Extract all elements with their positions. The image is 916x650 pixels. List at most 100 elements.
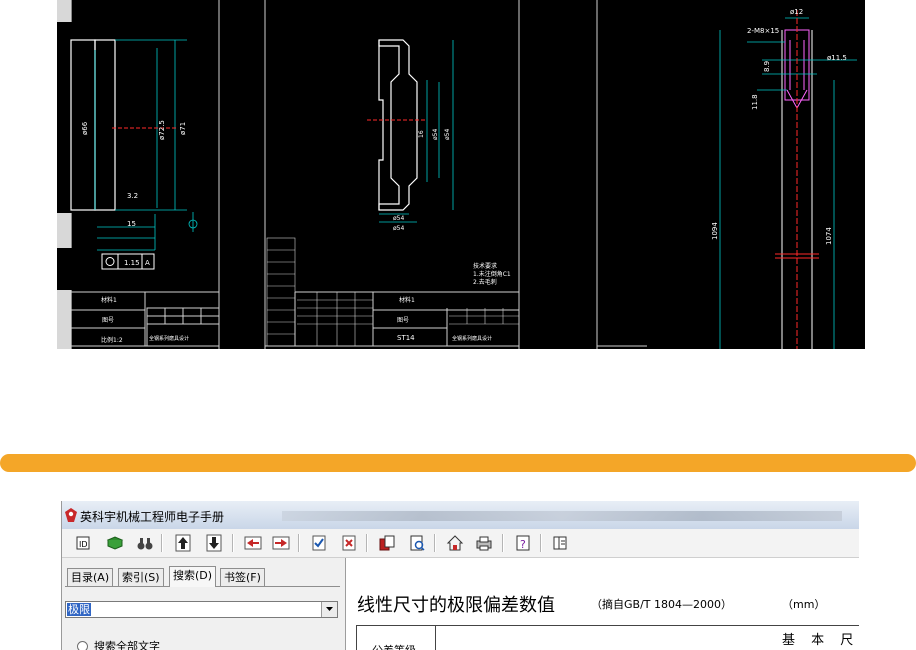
toolbar-separator: [161, 534, 163, 552]
window-title: 英科宇机械工程师电子手册: [80, 510, 225, 524]
orange-divider: [0, 454, 916, 472]
svg-text:全钢系列磨具设计: 全钢系列磨具设计: [149, 335, 189, 342]
check-button[interactable]: [308, 533, 330, 553]
find-button[interactable]: [134, 533, 156, 553]
title-bar[interactable]: 英科宇机械工程师电子手册: [62, 501, 859, 530]
search-input[interactable]: 极限: [65, 601, 338, 618]
binoculars-icon: [137, 538, 153, 550]
app-logo-icon: [65, 508, 77, 522]
toolbar-separator: [366, 534, 368, 552]
cad-frame-mid: [264, 0, 520, 349]
svg-text:2.去毛刺: 2.去毛刺: [473, 278, 497, 286]
back-button[interactable]: [242, 533, 264, 553]
search-dropdown-button[interactable]: [321, 602, 337, 617]
svg-text:A: A: [145, 259, 150, 267]
copy-button[interactable]: [376, 533, 398, 553]
cad-dimension-lines-left: [94, 39, 198, 251]
navigation-panel: 目录(A) 索引(S) 搜索(D) 书签(F) 极限 搜索全部文字: [62, 558, 346, 650]
svg-text:材料1: 材料1: [101, 296, 117, 304]
unit-label: （mm）: [782, 598, 826, 611]
title-bar-blur: [282, 511, 842, 521]
home-button[interactable]: [444, 533, 466, 553]
svg-text:3.2: 3.2: [127, 192, 138, 200]
page-title: 线性尺寸的极限偏差数值: [357, 595, 555, 616]
home-icon: [446, 535, 464, 551]
tab-bookmarks[interactable]: 书签(F): [220, 568, 265, 586]
svg-text:ø11.5: ø11.5: [827, 54, 847, 62]
cancel-button[interactable]: [338, 533, 360, 553]
tab-contents[interactable]: 目录(A): [67, 568, 114, 586]
search-input-value: 极限: [67, 603, 91, 616]
svg-text:16: 16: [418, 130, 425, 138]
cad-drawing: ø66 ø72.5 ø71 15 3.2 1.15 A 比例1:2 材料1 图号…: [70, 0, 857, 349]
arrow-up-icon: [175, 534, 191, 552]
toolbar-separator: [232, 534, 234, 552]
catalog-button[interactable]: ID: [72, 533, 94, 553]
radio-label: 搜索全部文字: [94, 640, 160, 650]
toolbar-separator: [298, 534, 300, 552]
standard-source: （摘自GB/T 1804—2000）: [591, 598, 732, 611]
svg-text:1074: 1074: [825, 227, 833, 245]
search-all-text-radio[interactable]: 搜索全部文字: [77, 638, 160, 650]
print-icon: [476, 536, 492, 551]
cad-part-ring: [70, 39, 116, 211]
toolbar-separator: [502, 534, 504, 552]
book-button[interactable]: [104, 533, 126, 553]
arrow-left-icon: [244, 536, 262, 550]
catalog-icon: ID: [76, 536, 90, 550]
svg-text:2-M8×15: 2-M8×15: [747, 27, 779, 35]
print-button[interactable]: [473, 533, 495, 553]
svg-text:?: ?: [520, 538, 526, 551]
toolbar: ID ?: [62, 529, 859, 558]
content-pane: 线性尺寸的极限偏差数值 （摘自GB/T 1804—2000） （mm） 公差等级…: [346, 558, 859, 650]
svg-text:8.9: 8.9: [763, 61, 771, 72]
svg-text:ø72.5: ø72.5: [158, 120, 166, 140]
svg-text:ST14: ST14: [397, 334, 415, 342]
arrow-right-icon: [272, 536, 290, 550]
svg-text:材料1: 材料1: [399, 296, 415, 304]
svg-text:ø71: ø71: [179, 122, 187, 135]
svg-text:全钢系列磨具设计: 全钢系列磨具设计: [452, 335, 492, 342]
up-button[interactable]: [172, 533, 194, 553]
tolerance-table: 公差等级 基 本 尺: [356, 625, 859, 650]
table-header-tolerance-grade: 公差等级: [372, 642, 416, 650]
radio-circle[interactable]: [77, 640, 88, 650]
forward-button[interactable]: [270, 533, 292, 553]
svg-text:ø54: ø54: [393, 225, 404, 232]
help-button[interactable]: ?: [512, 533, 534, 553]
svg-text:ø66: ø66: [81, 121, 89, 135]
preview-icon: [410, 535, 425, 551]
cad-dimension-lines-mid: [379, 40, 454, 223]
panel-icon: [553, 536, 567, 550]
copy-icon: [379, 535, 395, 551]
cross-icon: [342, 535, 356, 551]
tab-search[interactable]: 搜索(D): [169, 566, 217, 587]
svg-text:ø54: ø54: [444, 129, 451, 140]
cad-labels-right: ø12 2-M8×15 ø11.5 8.9 11.8 1094 1074: [711, 8, 847, 245]
svg-text:11.8: 11.8: [751, 94, 759, 110]
table-header-basic-size: 基 本 尺: [782, 633, 859, 648]
down-button[interactable]: [203, 533, 225, 553]
toolbar-separator: [434, 534, 436, 552]
toolbar-separator: [540, 534, 542, 552]
arrow-down-icon: [206, 534, 222, 552]
manual-window: 英科宇机械工程师电子手册 ID ? 目录(A) 索引(S) 搜索(D) 书签(F…: [61, 501, 859, 650]
cad-part-bushing: [378, 39, 418, 211]
cad-frame-left: [71, 0, 220, 349]
panel-button[interactable]: [549, 533, 571, 553]
svg-text:ø12: ø12: [790, 8, 803, 16]
svg-text:1094: 1094: [711, 222, 719, 240]
svg-text:技术要求: 技术要求: [473, 262, 497, 270]
svg-text:ø54: ø54: [393, 215, 404, 222]
preview-button[interactable]: [406, 533, 428, 553]
svg-text:1.15: 1.15: [124, 259, 140, 267]
table-header-cell: 公差等级: [357, 626, 436, 650]
svg-text:ID: ID: [79, 540, 88, 549]
svg-text:图号: 图号: [102, 317, 114, 324]
check-icon: [312, 535, 326, 551]
tab-index[interactable]: 索引(S): [118, 568, 164, 586]
svg-text:1.未注倒角C1: 1.未注倒角C1: [473, 270, 511, 278]
cad-viewport[interactable]: ø66 ø72.5 ø71 15 3.2 1.15 A 比例1:2 材料1 图号…: [57, 0, 865, 349]
svg-text:图号: 图号: [397, 317, 409, 324]
svg-text:15: 15: [127, 220, 136, 228]
